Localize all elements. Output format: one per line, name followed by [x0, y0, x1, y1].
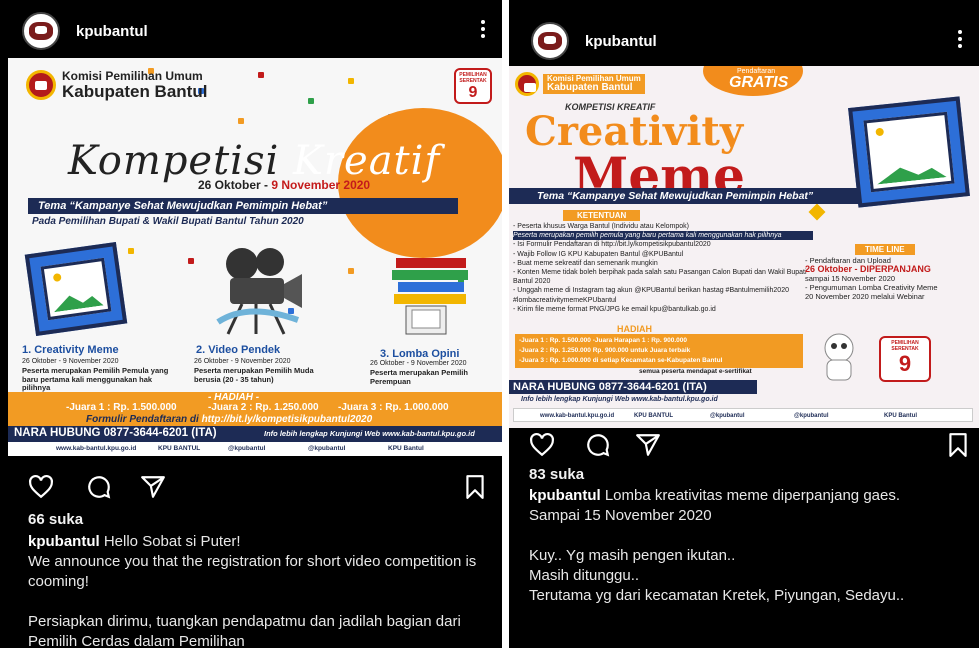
instagram-post-right: kpubantul Komisi Pemilihan Umum Kabupate…	[509, 0, 979, 648]
picture-frame-icon	[24, 241, 128, 337]
social-footer: www.kab-bantul.kpu.go.id KPU BANTUL @kpu…	[8, 442, 502, 456]
post-image[interactable]: Komisi Pemilihan Umum Kabupaten Bantul P…	[509, 66, 979, 428]
post-caption: kpubantul Hello Sobat si Puter! We annou…	[28, 533, 477, 648]
hadiah-banner: - HADIAH - -Juara 1 : Rp. 1.500.000 -Jua…	[8, 392, 502, 426]
kpu-logo-icon	[515, 72, 539, 96]
nara-hubung-banner: NARA HUBUNG 0877-3644-6201 (ITA) Info le…	[8, 426, 502, 442]
kpu-avatar-icon	[538, 32, 562, 50]
category-date-1: 26 Oktober - 9 November 2020	[22, 358, 119, 365]
like-count[interactable]: 83 suka	[529, 466, 584, 483]
category-desc-3: Peserta merupakan Pemilih Perempuan	[370, 368, 468, 386]
more-vertical-icon[interactable]	[955, 30, 965, 52]
category-title-2: 2. Video Pendek	[196, 344, 281, 356]
category-desc-2: Peserta merupakan Pemilih Muda berusia (…	[194, 366, 314, 384]
diamond-decoration	[808, 203, 826, 221]
tema-banner: Tema “Kampanye Sehat Mewujudkan Pemimpin…	[28, 198, 458, 214]
timeline-label: TIME LINE	[855, 244, 915, 255]
org-title: Komisi Pemilihan Umum Kabupaten Bantul	[62, 69, 208, 101]
instagram-post-left: kpubantul Komisi Pemilihan Umum Kabupate…	[0, 0, 502, 648]
category-date-3: 26 Oktober - 9 November 2020	[370, 360, 467, 367]
books-icon	[392, 258, 468, 335]
picture-frame-icon	[848, 96, 970, 208]
poster-date: 26 Oktober - 9 November 2020	[198, 178, 371, 192]
like-count[interactable]: 66 suka	[28, 511, 83, 528]
sertifikat-note: semua peserta mendapat e-sertifikat	[639, 368, 752, 375]
post-header: kpubantul	[0, 6, 502, 56]
pemilihan-serentak-badge: PEMILIHAN SERENTAK 9	[879, 336, 931, 382]
post-username[interactable]: kpubantul	[585, 33, 657, 50]
tema-banner: Tema “Kampanye Sehat Mewujudkan Pemimpin…	[509, 188, 859, 204]
comment-icon[interactable]	[86, 474, 112, 500]
profile-avatar[interactable]	[22, 12, 60, 50]
timeline-list: - Pendaftaran dan Upload 26 Oktober - DI…	[805, 256, 938, 301]
send-icon[interactable]	[635, 432, 661, 458]
kpu-avatar-icon	[29, 22, 53, 40]
category-date-2: 26 Oktober - 9 November 2020	[194, 358, 291, 365]
heart-icon[interactable]	[529, 432, 555, 458]
heart-icon[interactable]	[28, 474, 54, 500]
mascot-icon	[824, 333, 854, 381]
post-caption: kpubantul Lomba kreativitas meme diperpa…	[529, 487, 905, 604]
post-actions	[0, 470, 502, 506]
ketentuan-label: KETENTUAN	[563, 210, 641, 221]
ketentuan-list: - Peserta khusus Warga Bantul (Individu …	[513, 222, 813, 314]
bookmark-icon[interactable]	[462, 474, 488, 500]
send-icon[interactable]	[140, 474, 166, 500]
profile-avatar[interactable]	[531, 22, 569, 60]
video-camera-icon	[216, 248, 302, 335]
post-image[interactable]: Komisi Pemilihan Umum Kabupaten Bantul P…	[8, 58, 502, 456]
comment-icon[interactable]	[585, 432, 611, 458]
hadiah-label: HADIAH	[617, 324, 652, 334]
org-title: Komisi Pemilihan Umum Kabupaten Bantul	[543, 74, 645, 94]
caption-username[interactable]: kpubantul	[28, 533, 100, 550]
gratis-badge: Pendaftaran GRATIS	[703, 66, 803, 96]
pemilihan-serentak-badge: PEMILIHAN SERENTAK 9	[454, 68, 492, 104]
kpu-logo-icon	[26, 70, 56, 100]
category-title-1: 1. Creativity Meme	[22, 344, 119, 356]
info-web: Info lebih lengkap Kunjungi Web www.kab-…	[521, 396, 718, 403]
status-bar	[509, 0, 979, 10]
post-header: kpubantul	[509, 16, 979, 66]
caption-username[interactable]: kpubantul	[529, 487, 601, 504]
post-actions	[509, 428, 979, 464]
hadiah-banner: -Juara 1 : Rp. 1.500.000 -Juara Harapan …	[515, 334, 803, 368]
category-desc-1: Peserta merupakan Pemilih Pemula yang ba…	[22, 366, 169, 393]
pemilihan-subtitle: Pada Pemilihan Bupati & Wakil Bupati Ban…	[32, 216, 304, 227]
social-footer: www.kab-bantul.kpu.go.id KPU BANTUL @kpu…	[513, 408, 973, 422]
nara-hubung-banner: NARA HUBUNG 0877-3644-6201 (ITA)	[509, 380, 757, 394]
category-title-3: 3. Lomba Opini	[380, 348, 460, 360]
bookmark-icon[interactable]	[945, 432, 971, 458]
post-username[interactable]: kpubantul	[76, 23, 148, 40]
more-vertical-icon[interactable]	[478, 20, 488, 42]
